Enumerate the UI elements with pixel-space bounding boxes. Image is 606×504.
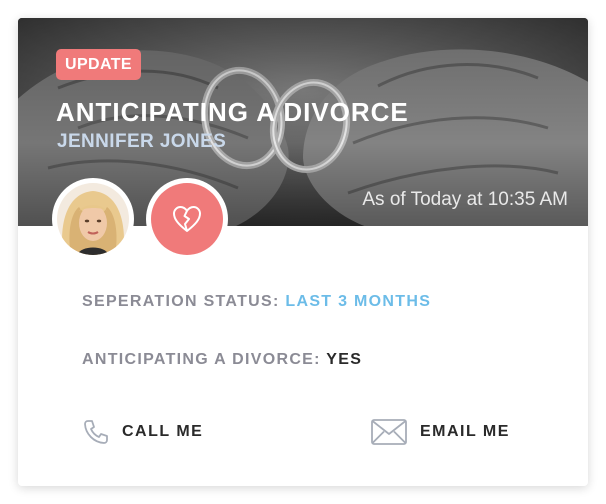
timestamp: As of Today at 10:35 AM <box>362 189 568 210</box>
avatar-image <box>57 183 129 255</box>
avatar[interactable] <box>52 178 134 260</box>
separation-status-label: SEPERATION STATUS: <box>82 293 280 310</box>
broken-heart-icon <box>173 206 201 232</box>
update-card: UPDATE ANTICIPATING A DIVORCE JENNIFER J… <box>18 18 588 486</box>
person-name[interactable]: JENNIFER JONES <box>57 131 226 153</box>
phone-icon <box>82 418 110 446</box>
call-me-label: CALL ME <box>122 423 204 440</box>
anticipating-divorce-value: YES <box>326 351 363 368</box>
broken-heart-circle <box>151 183 223 255</box>
separation-status-row: SEPERATION STATUS: LAST 3 MONTHS <box>82 293 431 311</box>
email-me-button[interactable]: EMAIL ME <box>370 418 510 446</box>
anticipating-divorce-row: ANTICIPATING A DIVORCE: YES <box>82 351 362 369</box>
card-title: ANTICIPATING A DIVORCE <box>56 97 409 127</box>
call-me-button[interactable]: CALL ME <box>82 418 203 446</box>
envelope-icon <box>370 418 408 446</box>
anticipating-divorce-label: ANTICIPATING A DIVORCE: <box>82 351 321 368</box>
category-badge <box>146 178 228 260</box>
email-me-label: EMAIL ME <box>420 423 510 440</box>
update-badge: UPDATE <box>56 49 141 80</box>
separation-status-value: LAST 3 MONTHS <box>285 293 432 310</box>
